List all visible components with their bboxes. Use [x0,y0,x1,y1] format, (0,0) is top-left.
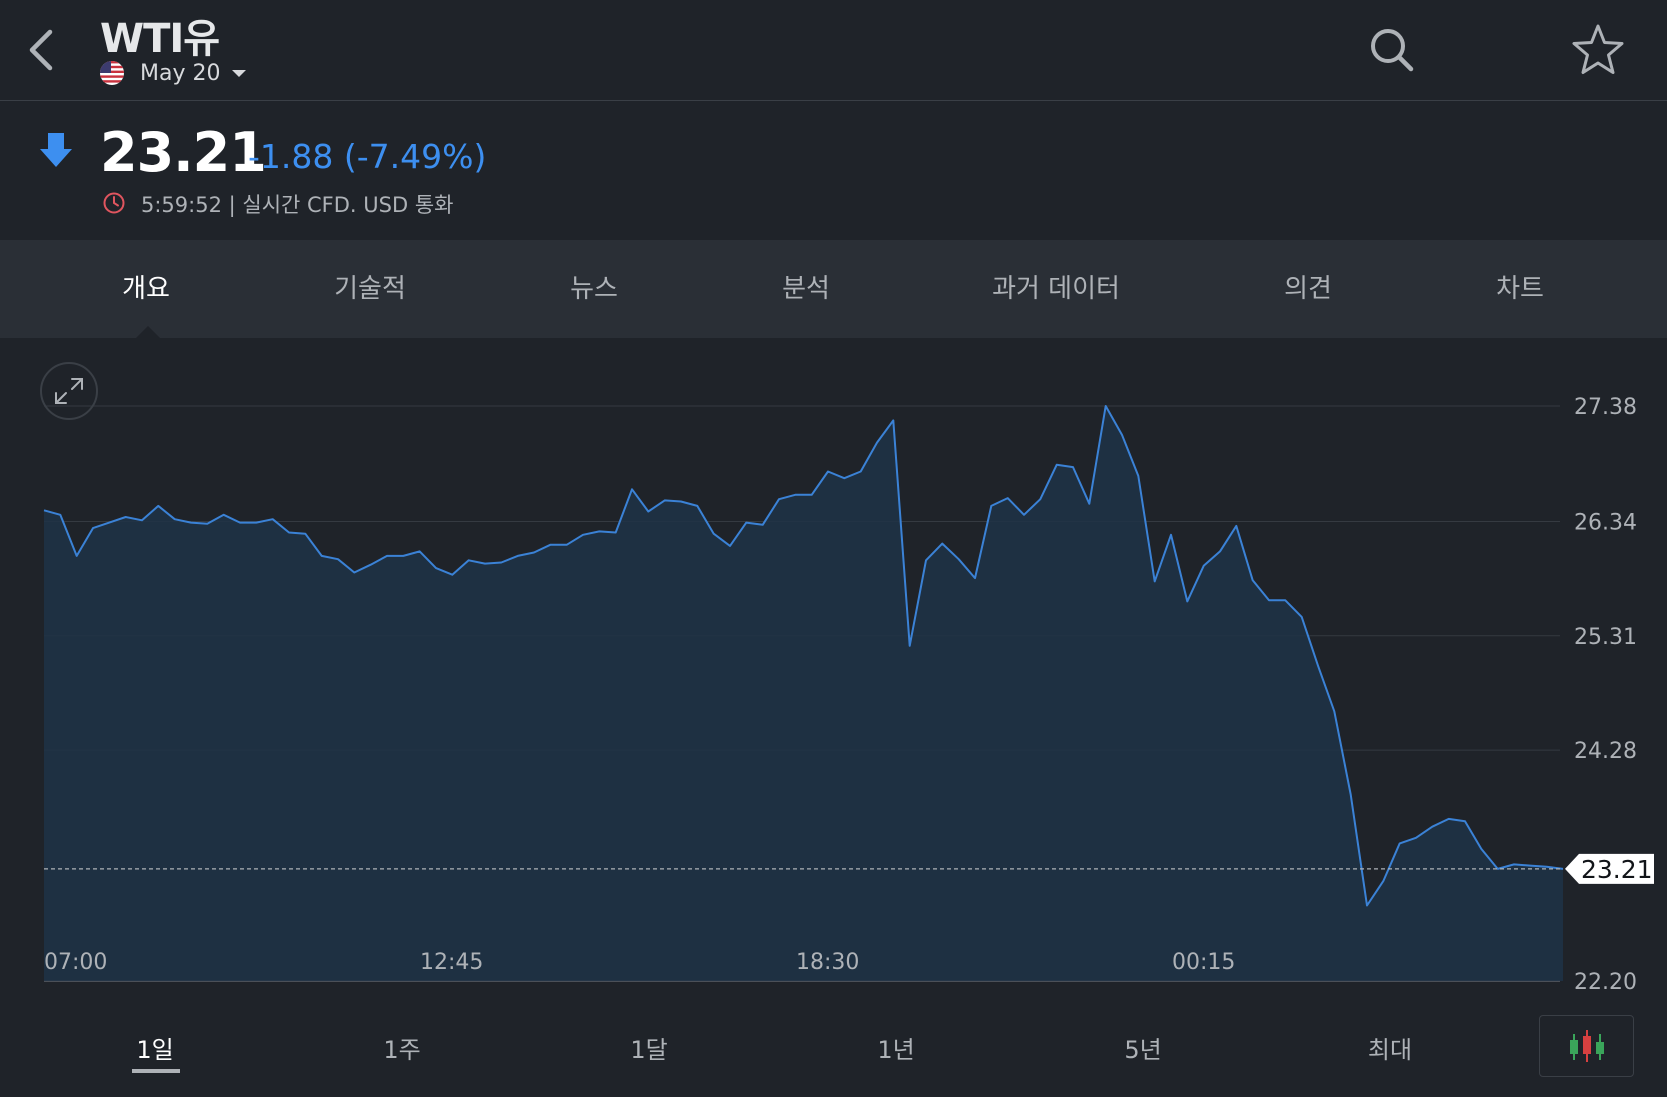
us-flag-icon [100,61,124,85]
active-period-underline [132,1069,180,1073]
period-1w[interactable]: 1주 [357,1030,447,1065]
contract-selector[interactable]: May 20 [100,58,247,88]
period-max[interactable]: 최대 [1345,1030,1435,1065]
x-tick-label: 12:45 [420,950,483,975]
candlestick-chart-icon[interactable] [1539,1015,1634,1077]
back-chevron-icon[interactable] [20,26,60,74]
tab-news[interactable]: 뉴스 [544,240,644,338]
x-tick-label: 07:00 [44,950,107,975]
last-price-label: 23.21 [1581,855,1653,884]
period-1y[interactable]: 1년 [851,1030,941,1065]
app-header: WTI유 May 20 [0,0,1667,101]
period-selector: 1일 1주 1달 1년 5년 최대 [0,1000,1667,1097]
expand-icon[interactable] [40,362,98,420]
quote-panel: 23.21 -1.88 (-7.49%) 5:59:52 | 실시간 CFD. … [0,101,1667,239]
x-tick-label: 18:30 [796,950,859,975]
x-tick-label: 00:15 [1172,950,1235,975]
y-tick-label: 22.20 [1574,970,1637,995]
section-tabs: 개요 기술적 뉴스 분석 과거 데이터 의견 차트 [0,240,1667,338]
search-icon[interactable] [1368,24,1416,76]
period-1m[interactable]: 1달 [604,1030,694,1065]
price-chart[interactable]: 27.38 26.34 25.31 24.28 22.20 23.21 07:00 12:45… [0,338,1667,998]
last-price: 23.21 [100,121,267,184]
area-fill [44,406,1563,981]
tab-opinion[interactable]: 의견 [1258,240,1358,338]
down-arrow-icon [38,131,74,169]
tab-technical[interactable]: 기술적 [320,240,420,338]
y-tick-label: 25.31 [1574,625,1637,650]
active-tab-pointer [136,326,160,338]
dropdown-caret-icon [232,69,247,77]
tab-chart[interactable]: 차트 [1470,240,1570,338]
period-1d[interactable]: 1일 [110,1030,200,1065]
y-tick-label: 27.38 [1574,395,1637,420]
period-5y[interactable]: 5년 [1098,1030,1188,1065]
clock-icon [102,191,126,215]
price-change: -1.88 (-7.49%) [248,137,487,176]
tab-overview[interactable]: 개요 [96,240,196,338]
y-tick-label: 24.28 [1574,739,1637,764]
chart-canvas: 27.38 26.34 25.31 24.28 22.20 23.21 07:00 12:45… [43,395,1654,995]
tab-analysis[interactable]: 분석 [756,240,856,338]
last-price-flag: 23.21 [1565,853,1654,884]
contract-month: May 20 [140,60,221,86]
instrument-title: WTI유 [100,16,220,62]
tab-historical-data[interactable]: 과거 데이터 [976,240,1136,338]
quote-meta: 5:59:52 | 실시간 CFD. USD 통화 [141,193,454,217]
star-icon[interactable] [1570,22,1626,78]
y-tick-label: 26.34 [1574,510,1637,535]
